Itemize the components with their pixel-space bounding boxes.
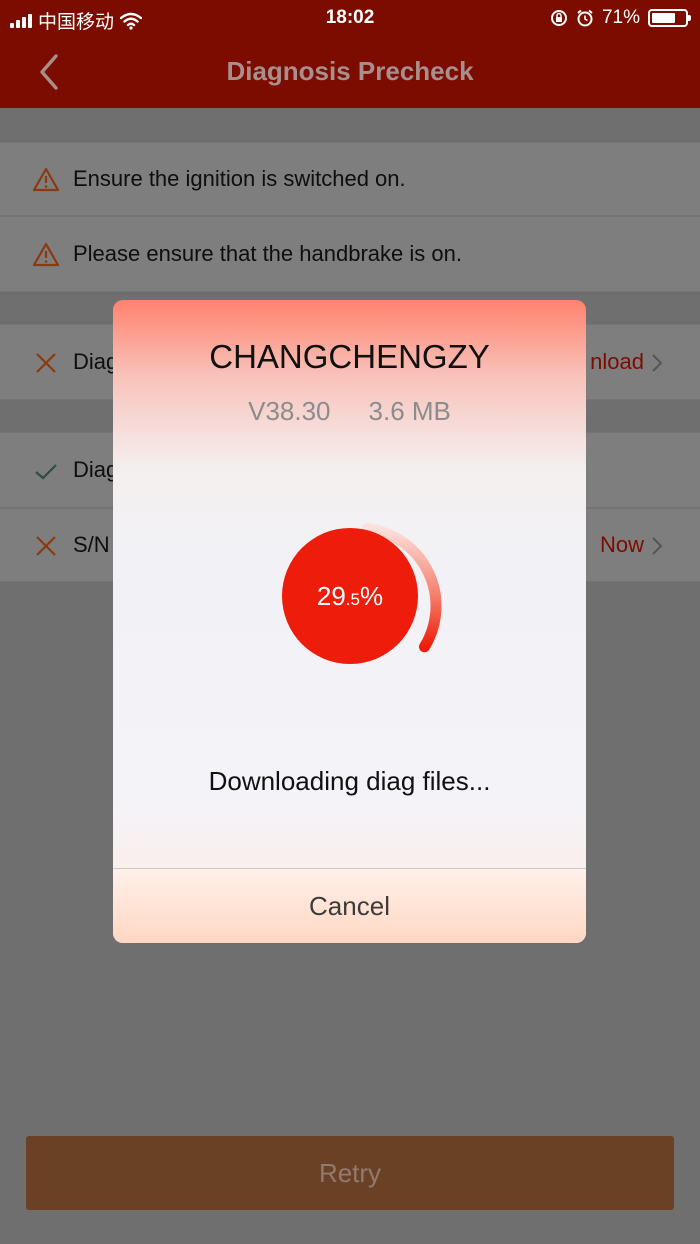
status-message: Downloading diag files... [208, 766, 491, 796]
package-meta: V38.30 3.6 MB [113, 396, 586, 427]
battery-percent: 71% [601, 7, 640, 28]
list-item-label: Please ensure that the handbrake is on. [73, 241, 462, 266]
progress-decimal: .5 [345, 590, 360, 609]
retry-button[interactable]: Retry [26, 1136, 674, 1210]
progress-whole: 29 [316, 580, 346, 611]
package-name: CHANGCHENGZY [209, 338, 490, 375]
package-version: V38.30 [248, 396, 331, 426]
now-action-link[interactable]: Now [600, 532, 644, 558]
battery-fill [652, 13, 675, 23]
rotation-lock-icon [550, 10, 567, 26]
cross-icon [36, 536, 56, 556]
progress-indicator: 29.5% [282, 528, 418, 664]
list-item-label: Diag [73, 457, 119, 482]
list-item-ignition: Ensure the ignition is switched on. [0, 142, 700, 216]
list-item-handbrake: Please ensure that the handbrake is on. [0, 216, 700, 292]
progress-unit: % [359, 580, 384, 611]
alarm-icon [577, 9, 593, 27]
status-bar: 中国移动 18:02 71% [0, 0, 700, 36]
chevron-right-icon [652, 537, 663, 555]
page-title: Diagnosis Precheck [226, 56, 474, 86]
check-icon [35, 464, 57, 480]
package-size: 3.6 MB [368, 396, 451, 426]
cancel-button[interactable]: Cancel [113, 869, 586, 943]
list-item-label: S/N [73, 532, 110, 557]
warning-icon [32, 167, 60, 192]
list-item-label: Diag [73, 349, 119, 374]
cross-icon [36, 353, 56, 373]
battery-icon [648, 9, 691, 27]
status-right: 71% [550, 7, 691, 29]
list-item-label: Ensure the ignition is switched on. [73, 166, 406, 191]
download-dialog: CHANGCHENGZY V38.30 3.6 MB 29.5% Downloa… [113, 300, 586, 943]
nav-bar: Diagnosis Precheck [0, 36, 700, 108]
chevron-right-icon [652, 354, 663, 372]
download-action-link[interactable]: nload [590, 349, 644, 375]
warning-icon [32, 242, 60, 267]
